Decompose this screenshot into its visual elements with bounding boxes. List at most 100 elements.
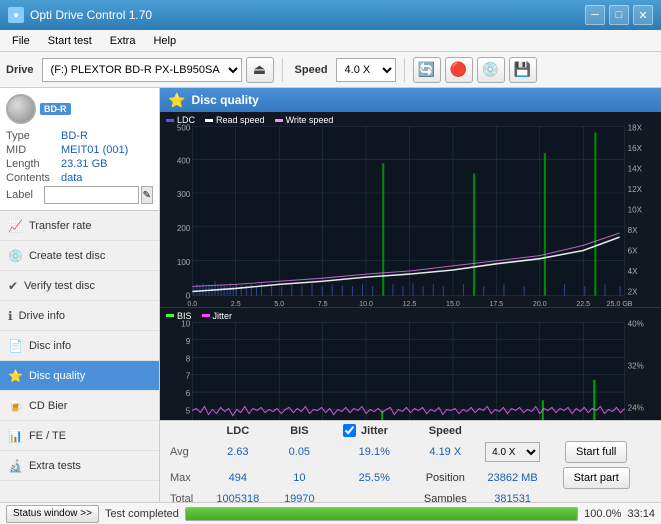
create-test-disc-icon: 💿	[8, 249, 23, 263]
disc-type-badge: BD-R	[40, 103, 71, 115]
jitter-checkbox-label[interactable]: Jitter	[343, 424, 405, 437]
drive-info-icon: ℹ	[8, 309, 13, 323]
disc-contents-value: data	[61, 172, 82, 184]
chart-top-svg: 500 400 300 200 100 0 18X 16X 14X 12X 10…	[160, 112, 661, 307]
legend-bis-dot	[166, 314, 174, 317]
sidebar-item-disc-info[interactable]: 📄 Disc info	[0, 331, 159, 361]
sidebar-item-cd-bier[interactable]: 🍺 CD Bier	[0, 391, 159, 421]
status-window-button[interactable]: Status window >>	[6, 505, 99, 523]
svg-text:10X: 10X	[628, 205, 643, 214]
verify-test-disc-icon: ✔	[8, 279, 18, 293]
legend-jitter: Jitter	[202, 311, 233, 321]
extra-tests-icon: 🔬	[8, 459, 23, 473]
disc-mid-label: MID	[6, 144, 61, 156]
menu-help[interactable]: Help	[145, 33, 184, 49]
minimize-button[interactable]: ─	[585, 5, 605, 25]
sidebar-item-verify-test-disc[interactable]: ✔ Verify test disc	[0, 271, 159, 301]
sidebar-item-verify-test-disc-label: Verify test disc	[24, 280, 95, 292]
disc-label-input[interactable]	[44, 186, 139, 204]
menu-file[interactable]: File	[4, 33, 38, 49]
legend-jitter-dot	[202, 314, 210, 317]
sidebar-item-drive-info[interactable]: ℹ Drive info	[0, 301, 159, 331]
legend-jitter-label: Jitter	[213, 311, 233, 321]
start-part-button[interactable]: Start part	[563, 467, 630, 489]
disc-button[interactable]: 💿	[477, 57, 505, 83]
jitter-label: Jitter	[361, 425, 388, 437]
disc-label-label: Label	[6, 189, 42, 201]
disc-info-icon: 📄	[8, 339, 23, 353]
svg-text:7.5: 7.5	[318, 300, 328, 307]
menu-extra[interactable]: Extra	[102, 33, 144, 49]
maximize-button[interactable]: □	[609, 5, 629, 25]
save-button[interactable]: 💾	[509, 57, 537, 83]
legend-ldc: LDC	[166, 115, 195, 125]
menu-start-test[interactable]: Start test	[40, 33, 100, 49]
svg-text:400: 400	[177, 156, 191, 165]
svg-text:100: 100	[177, 258, 191, 267]
stats-avg-row: Avg 2.63 0.05 19.1% 4.19 X 4.0 X Start f	[162, 440, 659, 464]
col-header-speed: Speed	[411, 423, 479, 438]
app-icon: ●	[8, 7, 24, 23]
stats-bar: LDC BIS Jitter Speed	[160, 420, 661, 502]
chart-bottom-svg: 10 9 8 7 6 5 4 3 2 1 40% 32%	[160, 308, 661, 420]
chart-top: LDC Read speed Write speed	[160, 112, 661, 308]
col-header-ldc: LDC	[204, 423, 272, 438]
disc-section: BD-R Type BD-R MID MEIT01 (001) Length 2…	[0, 88, 159, 211]
stats-total-row: Total 1005318 19970 Samples 381531	[162, 492, 659, 502]
disc-icon	[6, 94, 36, 124]
svg-text:40%: 40%	[628, 319, 644, 328]
sidebar-item-extra-tests-label: Extra tests	[29, 460, 81, 472]
nav-list: 📈 Transfer rate 💿 Create test disc ✔ Ver…	[0, 211, 159, 502]
svg-text:7: 7	[186, 372, 191, 381]
progress-bar-fill	[186, 508, 577, 520]
avg-ldc: 2.63	[204, 440, 272, 464]
refresh-button[interactable]: 🔄	[413, 57, 441, 83]
start-full-button[interactable]: Start full	[565, 441, 627, 463]
legend-write-speed-dot	[275, 119, 283, 122]
speed-display: 4.19 X	[411, 440, 479, 464]
drive-eject-button[interactable]: ⏏	[246, 57, 274, 83]
disc-label-edit-button[interactable]: ✎	[141, 186, 153, 204]
progress-bar-container	[185, 507, 578, 521]
disc-contents-label: Contents	[6, 172, 61, 184]
samples-value: 381531	[481, 492, 544, 502]
panel-header-icon: ⭐	[168, 92, 185, 109]
avg-label: Avg	[162, 440, 202, 464]
sidebar-item-create-test-disc-label: Create test disc	[29, 250, 105, 262]
svg-text:25.0 GB: 25.0 GB	[607, 300, 633, 307]
sidebar-item-fe-te[interactable]: 📊 FE / TE	[0, 421, 159, 451]
disc-quality-icon: ⭐	[8, 369, 23, 383]
svg-text:18X: 18X	[628, 123, 643, 132]
svg-text:12.5: 12.5	[403, 300, 417, 307]
legend-ldc-label: LDC	[177, 115, 195, 125]
sidebar-item-disc-quality[interactable]: ⭐ Disc quality	[0, 361, 159, 391]
legend-bis-label: BIS	[177, 311, 192, 321]
charts-container: LDC Read speed Write speed	[160, 112, 661, 420]
panel-title: Disc quality	[191, 93, 258, 107]
total-bis: 19970	[274, 492, 325, 502]
total-ldc: 1005318	[204, 492, 272, 502]
close-button[interactable]: ✕	[633, 5, 653, 25]
drive-select[interactable]: (F:) PLEXTOR BD-R PX-LB950SA 1.06	[42, 58, 242, 82]
svg-text:9: 9	[186, 337, 191, 346]
toolbar: Drive (F:) PLEXTOR BD-R PX-LB950SA 1.06 …	[0, 52, 661, 88]
sidebar-item-extra-tests[interactable]: 🔬 Extra tests	[0, 451, 159, 481]
speed-select-stats[interactable]: 4.0 X	[485, 442, 540, 462]
svg-text:5: 5	[186, 406, 191, 415]
svg-text:10.0: 10.0	[359, 300, 373, 307]
avg-jitter: 19.1%	[339, 440, 409, 464]
disc-header: BD-R	[6, 94, 153, 124]
jitter-checkbox[interactable]	[343, 424, 356, 437]
legend-ldc-dot	[166, 119, 174, 122]
max-ldc: 494	[204, 466, 272, 490]
sidebar-item-transfer-rate[interactable]: 📈 Transfer rate	[0, 211, 159, 241]
disc-type-value: BD-R	[61, 130, 88, 142]
svg-text:16X: 16X	[628, 144, 643, 153]
sidebar-item-cd-bier-label: CD Bier	[29, 400, 68, 412]
speed-select[interactable]: 4.0 X	[336, 58, 396, 82]
svg-text:300: 300	[177, 190, 191, 199]
legend-read-speed-label: Read speed	[216, 115, 265, 125]
app-title: Opti Drive Control 1.70	[30, 8, 585, 22]
burn-button[interactable]: 🔴	[445, 57, 473, 83]
sidebar-item-create-test-disc[interactable]: 💿 Create test disc	[0, 241, 159, 271]
